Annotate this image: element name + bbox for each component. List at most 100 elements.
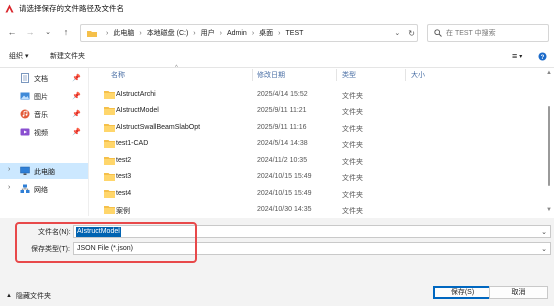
breadcrumb-separator-icon: › xyxy=(251,29,255,37)
computer-icon xyxy=(20,166,30,175)
table-row[interactable]: test2 2024/11/2 10:35 文件夹 xyxy=(100,153,530,169)
file-name: AIstructArchi xyxy=(116,91,156,98)
file-name: 案例 xyxy=(116,208,130,215)
up-button[interactable]: ↑ xyxy=(60,26,72,38)
file-type: 文件夹 xyxy=(342,142,363,149)
pin-icon: 📌 xyxy=(72,111,81,118)
address-bar[interactable]: › 此电脑 › 本地磁盘 (C:) › 用户 › Admin › 桌面 › TE… xyxy=(80,24,418,42)
breadcrumb-separator-icon: › xyxy=(219,29,222,37)
pictures-icon xyxy=(20,92,30,100)
folder-icon xyxy=(104,190,115,198)
expand-chevron-icon[interactable]: › xyxy=(8,184,10,191)
view-options-button[interactable]: ≡ ▾ xyxy=(512,51,522,61)
dialog-footer: ▲ 隐藏文件夹 保存(S) 取消 xyxy=(0,268,554,306)
breadcrumb-admin[interactable]: Admin xyxy=(227,30,247,37)
file-name: test1-CAD xyxy=(116,140,149,147)
folder-icon xyxy=(104,124,115,132)
sidebar-item-documents[interactable]: 文档 📌 xyxy=(0,70,88,86)
table-row[interactable]: test4 2024/10/15 15:49 文件夹 xyxy=(100,186,530,202)
scrollbar-thumb[interactable] xyxy=(548,106,550,186)
column-header-name[interactable]: 名称 xyxy=(111,68,125,82)
breadcrumb-local-disk[interactable]: 本地磁盘 (C:) xyxy=(147,28,189,38)
table-row[interactable]: AIstructArchi 2025/4/14 15:52 文件夹 xyxy=(100,87,530,103)
table-row[interactable]: test1-CAD 2024/5/14 14:38 文件夹 xyxy=(100,136,530,152)
recent-locations-button[interactable]: ⌄ xyxy=(42,26,54,38)
file-name: AIstructModel xyxy=(116,107,159,114)
network-icon xyxy=(20,184,30,193)
chevron-down-icon[interactable]: ⌄ xyxy=(541,228,547,236)
arrow-left-icon: ← xyxy=(7,26,17,37)
navigation-pane: 文档 📌 图片 📌 音乐 📌 视频 📌 › 此电脑 › 网络 xyxy=(0,68,88,216)
scroll-up-icon[interactable]: ▲ xyxy=(546,70,552,76)
help-button[interactable]: ? xyxy=(538,52,547,61)
new-folder-button[interactable]: 新建文件夹 xyxy=(50,51,85,61)
column-header-size[interactable]: 大小 xyxy=(411,68,425,82)
scroll-down-icon[interactable]: ▼ xyxy=(546,207,552,213)
hide-folders-label: 隐藏文件夹 xyxy=(15,293,51,300)
table-row[interactable]: AIstructSwallBeamSlabOpt 2025/9/11 11:16… xyxy=(100,120,530,136)
column-separator[interactable] xyxy=(405,69,406,81)
column-separator[interactable] xyxy=(336,69,337,81)
folder-icon xyxy=(104,173,115,181)
breadcrumb-separator-icon: › xyxy=(139,29,142,37)
folder-icon xyxy=(104,157,115,165)
expand-chevron-icon[interactable]: › xyxy=(8,166,10,173)
sidebar-item-label: 视频 xyxy=(34,130,48,137)
column-header-modified[interactable]: 修改日期 xyxy=(257,68,285,82)
pin-icon: 📌 xyxy=(72,75,81,82)
sidebar-item-label: 文档 xyxy=(34,76,48,83)
sidebar-item-label: 网络 xyxy=(34,187,48,194)
table-row[interactable]: test3 2024/10/15 15:49 文件夹 xyxy=(100,169,530,185)
sidebar-item-this-pc[interactable]: › 此电脑 xyxy=(0,163,88,179)
refresh-icon[interactable]: ↻ xyxy=(408,29,415,38)
breadcrumb-this-pc[interactable]: 此电脑 xyxy=(113,28,134,38)
file-name: test4 xyxy=(116,190,132,197)
app-logo-icon xyxy=(5,3,14,13)
column-header-type[interactable]: 类型 xyxy=(342,68,356,82)
column-separator[interactable] xyxy=(252,69,253,81)
sidebar-item-pictures[interactable]: 图片 📌 xyxy=(0,88,88,104)
table-row[interactable]: AIstructModel 2025/9/11 11:21 文件夹 xyxy=(100,103,530,119)
sidebar-item-label: 音乐 xyxy=(34,112,48,119)
title-bar: 请选择保存的文件路径及文件名 xyxy=(0,0,554,16)
save-button[interactable]: 保存(S) xyxy=(433,286,492,299)
file-type: 文件夹 xyxy=(342,93,363,100)
folder-icon xyxy=(104,107,115,115)
forward-button[interactable]: → xyxy=(24,26,36,38)
file-type: 文件夹 xyxy=(342,126,363,133)
search-input[interactable]: 在 TEST 中搜索 xyxy=(427,24,549,42)
arrow-right-icon: → xyxy=(25,26,35,37)
file-modified: 2025/4/14 15:52 xyxy=(257,91,308,98)
chevron-down-icon: ⌄ xyxy=(45,28,51,36)
organize-button[interactable]: 组织 ▾ xyxy=(9,51,28,61)
video-icon xyxy=(20,128,30,136)
file-modified: 2025/9/11 11:16 xyxy=(257,124,307,131)
search-icon xyxy=(434,29,442,37)
cancel-button[interactable]: 取消 xyxy=(489,286,548,299)
breadcrumb-separator-icon: › xyxy=(193,29,196,37)
back-button[interactable]: ← xyxy=(6,26,18,38)
chevron-down-icon[interactable]: ⌄ xyxy=(541,245,547,253)
documents-icon xyxy=(21,73,29,83)
hide-folders-toggle[interactable]: ▲ 隐藏文件夹 xyxy=(6,291,51,301)
breadcrumb-desktop[interactable]: 桌面 xyxy=(259,28,273,38)
sidebar-item-video[interactable]: 视频 📌 xyxy=(0,124,88,140)
file-list: ^ 名称 修改日期 类型 大小 AIstructArchi 2025/4/14 … xyxy=(89,65,544,218)
pin-icon: 📌 xyxy=(72,129,81,136)
address-dropdown-icon[interactable]: ⌄ xyxy=(394,29,400,37)
sidebar-item-network[interactable]: › 网络 xyxy=(0,181,88,197)
search-placeholder: 在 TEST 中搜索 xyxy=(446,30,496,37)
sidebar-item-music[interactable]: 音乐 📌 xyxy=(0,106,88,122)
vertical-scrollbar[interactable]: ▲ ▼ xyxy=(544,68,554,216)
sort-ascending-icon: ^ xyxy=(175,65,178,71)
breadcrumb-test[interactable]: TEST xyxy=(286,30,304,37)
table-row[interactable]: 案例 2024/10/30 14:35 文件夹 xyxy=(100,202,530,218)
sidebar-item-label: 图片 xyxy=(34,94,48,101)
breadcrumb-separator-icon: › xyxy=(106,29,109,37)
help-icon: ? xyxy=(538,52,547,60)
arrow-up-icon: ↑ xyxy=(63,26,69,37)
chevron-up-icon: ▲ xyxy=(6,293,12,299)
breadcrumb-users[interactable]: 用户 xyxy=(201,28,215,38)
file-modified: 2024/11/2 10:35 xyxy=(257,157,308,164)
list-view-icon: ≡ xyxy=(512,51,518,61)
